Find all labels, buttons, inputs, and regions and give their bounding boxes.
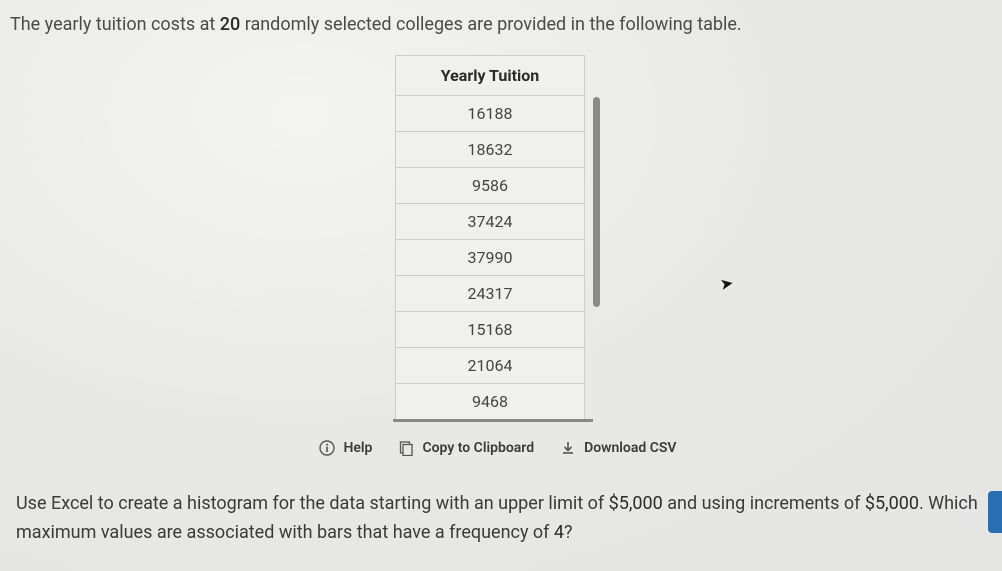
table-bottom-border	[393, 419, 593, 422]
table-header: Yearly Tuition	[396, 56, 585, 96]
table-row: 9468	[396, 384, 585, 420]
help-label: Help	[343, 440, 372, 456]
table-scroll: Yearly Tuition 16188 18632 9586 37424 37…	[395, 55, 601, 420]
table-row: 37990	[396, 240, 585, 276]
question-part2: and using increments of	[663, 493, 865, 514]
download-label: Download CSV	[584, 440, 676, 456]
table-cell: 37990	[396, 240, 585, 276]
table-cell: 9586	[396, 168, 585, 204]
side-tab[interactable]	[988, 491, 1002, 533]
intro-text: The yearly tuition costs at 20 randomly …	[10, 12, 986, 37]
intro-prefix: The yearly tuition costs at	[10, 14, 220, 35]
download-button[interactable]: Download CSV	[560, 440, 676, 456]
question-part4: ?	[564, 522, 573, 543]
table-cell: 18632	[396, 132, 585, 168]
table-row: 21064	[396, 348, 585, 384]
table-row: 24317	[396, 276, 585, 312]
scroll-thumb[interactable]	[593, 97, 600, 307]
intro-count: 20	[220, 14, 240, 35]
table-toolbar: Help Copy to Clipboard Download CSV	[10, 440, 986, 456]
table-container: Yearly Tuition 16188 18632 9586 37424 37…	[10, 55, 986, 420]
table-cell: 24317	[396, 276, 585, 312]
table-cell: 9468	[396, 384, 585, 420]
copy-button[interactable]: Copy to Clipboard	[398, 440, 534, 456]
help-button[interactable]: Help	[319, 440, 372, 456]
table-row: 18632	[396, 132, 585, 168]
table-row: 15168	[396, 312, 585, 348]
table-cell: 37424	[396, 204, 585, 240]
question-freq: 4	[554, 522, 564, 543]
copy-label: Copy to Clipboard	[422, 440, 534, 456]
table-cell: 21064	[396, 348, 585, 384]
intro-suffix: randomly selected colleges are provided …	[240, 14, 741, 35]
download-icon	[560, 440, 576, 456]
tuition-table: Yearly Tuition 16188 18632 9586 37424 37…	[395, 55, 585, 420]
question-amount1: $5,000	[609, 493, 663, 514]
table-row: 37424	[396, 204, 585, 240]
table-cell: 15168	[396, 312, 585, 348]
question-text: Use Excel to create a histogram for the …	[10, 490, 986, 548]
info-icon	[319, 440, 335, 456]
table-cell: 16188	[396, 96, 585, 132]
question-part1: Use Excel to create a histogram for the …	[16, 493, 609, 514]
table-row: 16188	[396, 96, 585, 132]
table-row: 9586	[396, 168, 585, 204]
copy-icon	[398, 440, 414, 456]
question-amount2: $5,000	[865, 493, 919, 514]
table-scrollbar[interactable]	[593, 55, 601, 420]
